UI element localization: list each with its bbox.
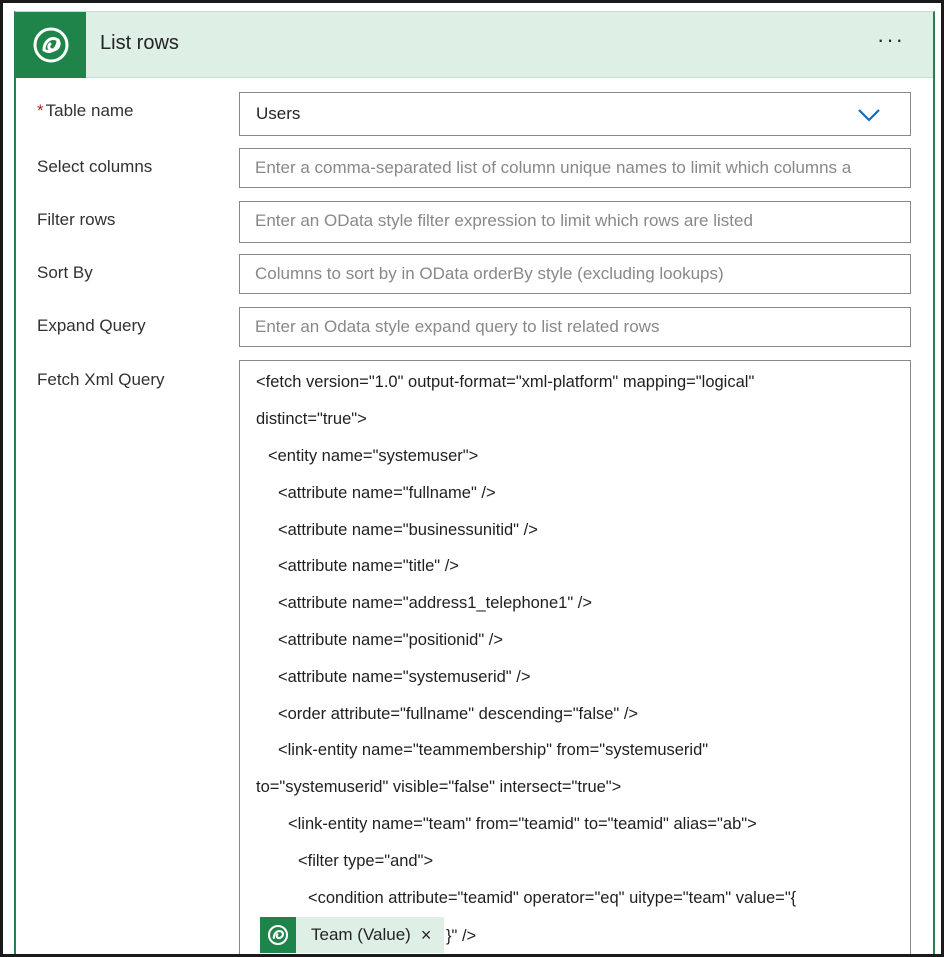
dynamic-content-token[interactable]: Team (Value) × <box>260 917 444 953</box>
close-icon[interactable]: × <box>421 925 432 946</box>
expand-query-label: Expand Query <box>37 316 146 335</box>
sort-by-placeholder: Columns to sort by in OData orderBy styl… <box>255 264 724 283</box>
xml-line: to="systemuserid" visible="false" inters… <box>256 778 622 796</box>
xml-line: <attribute name="systemuserid" /> <box>278 668 531 686</box>
xml-line: <entity name="systemuser"> <box>268 447 479 465</box>
dataverse-icon <box>16 12 86 78</box>
dataverse-icon <box>260 917 296 953</box>
xml-line: <link-entity name="team" from="teamid" t… <box>288 815 757 833</box>
xml-line: <attribute name="address1_telephone1" /> <box>278 594 592 612</box>
select-columns-placeholder: Enter a comma-separated list of column u… <box>255 158 852 177</box>
window-frame: List rows ··· * Table name Users Select c… <box>0 0 944 957</box>
xml-line: <order attribute="fullname" descending="… <box>278 705 639 723</box>
xml-line: <link-entity name="teammembership" from=… <box>278 741 709 759</box>
xml-line: <condition attribute="teamid" operator="… <box>308 889 797 907</box>
table-name-label-text: Table name <box>45 101 134 120</box>
required-mark: * <box>37 101 44 120</box>
fetch-xml-editor[interactable]: <fetch version="1.0" output-format="xml-… <box>239 360 911 954</box>
xml-line: <filter type="and"> <box>298 852 434 870</box>
token-label: Team (Value) <box>311 925 411 944</box>
action-card: List rows ··· * Table name Users Select c… <box>14 11 935 954</box>
more-options-button[interactable]: ··· <box>871 26 911 54</box>
card-title: List rows <box>100 32 179 54</box>
xml-line: <attribute name="fullname" /> <box>278 484 496 502</box>
xml-line: <fetch version="1.0" output-format="xml-… <box>256 373 755 391</box>
select-columns-label: Select columns <box>37 157 153 176</box>
select-columns-input[interactable]: Enter a comma-separated list of column u… <box>239 148 911 188</box>
expand-query-input[interactable]: Enter an Odata style expand query to lis… <box>239 307 911 347</box>
filter-rows-input[interactable]: Enter an OData style filter expression t… <box>239 201 911 243</box>
fetch-xml-label: Fetch Xml Query <box>37 370 165 389</box>
table-name-value: Users <box>256 104 301 123</box>
filter-rows-placeholder: Enter an OData style filter expression t… <box>255 211 753 230</box>
filter-rows-label: Filter rows <box>37 210 116 229</box>
expand-query-placeholder: Enter an Odata style expand query to lis… <box>255 317 660 336</box>
xml-line: <attribute name="positionid" /> <box>278 631 503 649</box>
sort-by-label: Sort By <box>37 263 93 282</box>
xml-line: distinct="true"> <box>256 410 367 428</box>
sort-by-input[interactable]: Columns to sort by in OData orderBy styl… <box>239 254 911 294</box>
card-header[interactable]: List rows ··· <box>16 12 933 78</box>
table-name-dropdown[interactable]: Users <box>239 92 911 136</box>
xml-line: }" /> <box>446 927 477 945</box>
xml-line: <attribute name="title" /> <box>278 557 459 575</box>
xml-line: <attribute name="businessunitid" /> <box>278 521 538 539</box>
chevron-down-icon[interactable] <box>856 105 882 125</box>
table-name-label: * Table name <box>37 101 134 121</box>
